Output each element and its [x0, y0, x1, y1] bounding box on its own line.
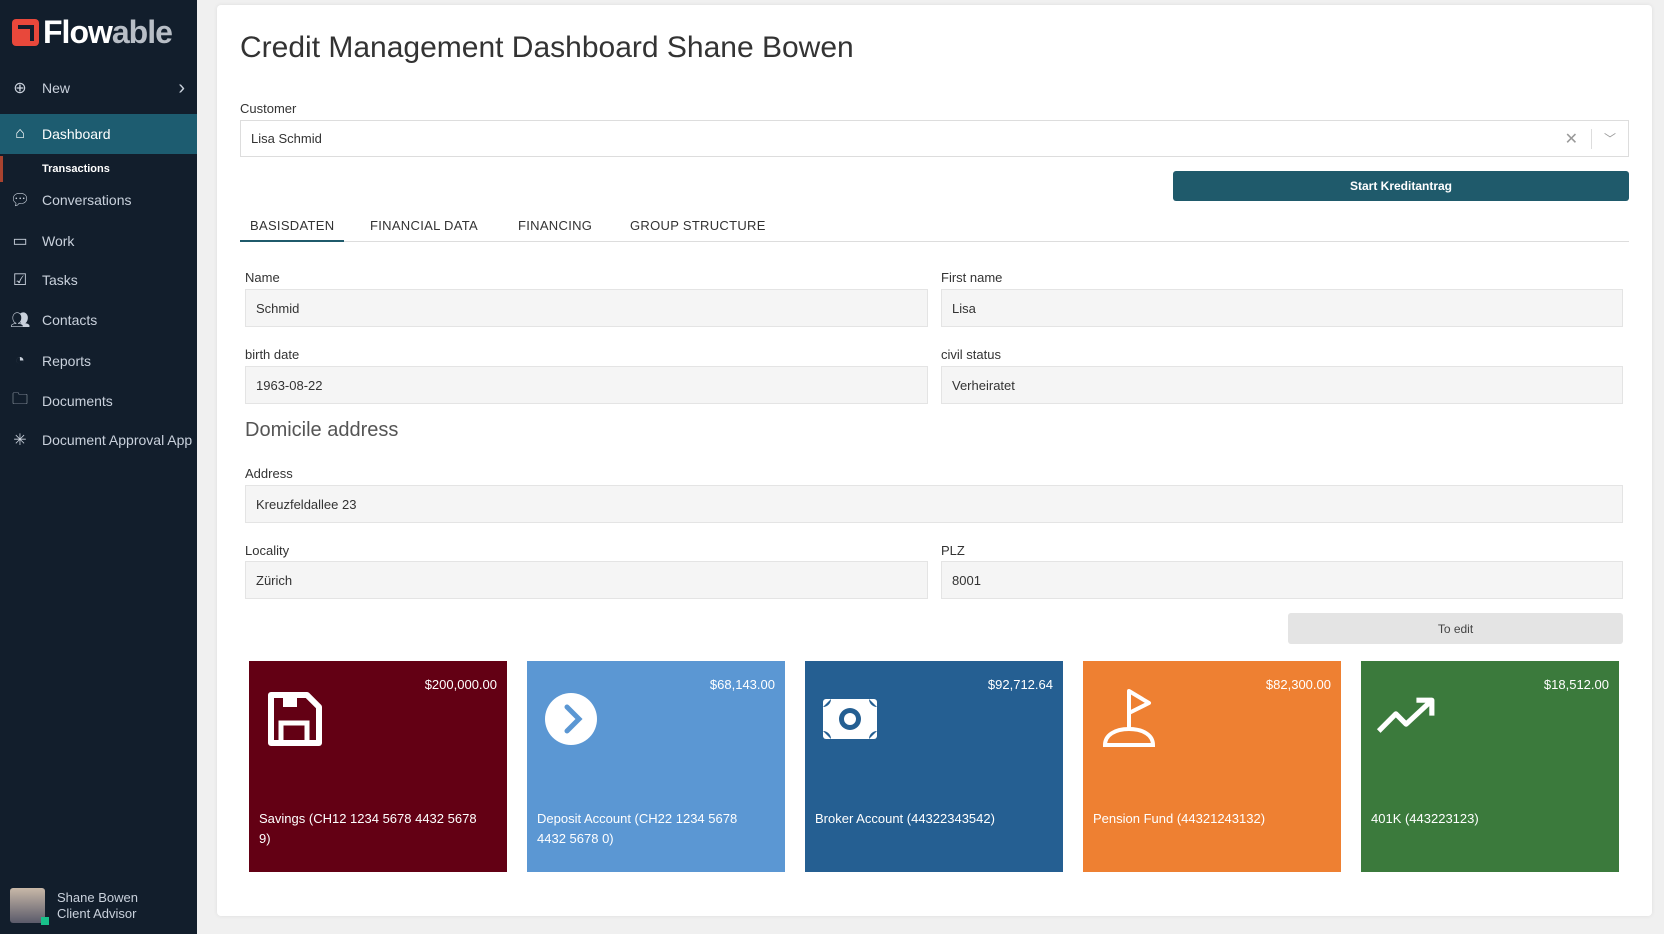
- tab-financing[interactable]: FINANCING: [508, 213, 602, 242]
- account-amount: $82,300.00: [1265, 677, 1331, 692]
- account-amount: $68,143.00: [709, 677, 775, 692]
- divider: [1591, 129, 1592, 149]
- to-edit-button[interactable]: To edit: [1288, 613, 1623, 644]
- page-title: Credit Management Dashboard Shane Bowen: [240, 31, 854, 64]
- account-tile-pension[interactable]: $82,300.00 Pension Fund (44321243132): [1083, 661, 1341, 872]
- home-icon: ⌂: [15, 125, 25, 142]
- account-name: Savings (CH12 1234 5678 4432 5678 9): [259, 811, 477, 846]
- nav-documents[interactable]: 🗀 Documents: [0, 381, 197, 421]
- account-name: 401K (443223123): [1371, 811, 1479, 826]
- account-tile-401k[interactable]: $18,512.00 401K (443223123): [1361, 661, 1619, 872]
- floppy-disk-icon: [268, 692, 322, 746]
- clear-icon[interactable]: ✕: [1565, 129, 1578, 149]
- users-icon: 👥︎: [10, 312, 31, 329]
- name-field[interactable]: Schmid: [245, 289, 928, 327]
- user-role: Client Advisor: [57, 905, 137, 921]
- clipboard-check-icon: ☑: [12, 272, 28, 289]
- civil-status-field[interactable]: Verheiratet: [941, 366, 1623, 404]
- nav-label: Reports: [42, 353, 92, 369]
- account-tile-savings[interactable]: $200,000.00 Savings (CH12 1234 5678 4432…: [249, 661, 507, 872]
- nav-transactions[interactable]: Transactions: [0, 156, 197, 182]
- status-indicator: [41, 917, 49, 925]
- account-name: Broker Account (44322343542): [815, 811, 995, 826]
- chevron-right-circle-icon: [545, 693, 597, 745]
- logo-text: Flowable: [43, 14, 173, 50]
- name-label: Name: [245, 270, 280, 285]
- tab-basisdaten[interactable]: BASISDATEN: [240, 213, 345, 242]
- nav-document-approval-app[interactable]: ✳ Document Approval App: [0, 420, 197, 460]
- nav-dashboard[interactable]: ⌂ Dashboard: [0, 114, 197, 154]
- locality-label: Locality: [245, 543, 290, 558]
- trending-up-icon: [1377, 697, 1435, 733]
- account-name: Pension Fund (44321243132): [1093, 811, 1266, 826]
- tab-financial-data[interactable]: FINANCIAL DATA: [360, 213, 488, 242]
- inbox-icon: ▭: [12, 233, 28, 250]
- folder-icon: 🗀: [11, 390, 28, 408]
- nav-new[interactable]: ⊕ New ›: [0, 68, 197, 108]
- start-kreditantrag-button[interactable]: Start Kreditantrag: [1173, 171, 1629, 201]
- chevron-down-icon[interactable]: ﹀: [1604, 130, 1616, 147]
- main-card: Credit Management Dashboard Shane Bowen …: [217, 5, 1652, 916]
- pie-chart-icon: ◔: [15, 352, 25, 369]
- nav-contacts[interactable]: 👥︎ Contacts: [0, 300, 197, 340]
- plus-circle-icon: ⊕: [13, 80, 27, 97]
- account-name: Deposit Account (CH22 1234 5678 4432 567…: [537, 811, 738, 846]
- plz-field[interactable]: 8001: [941, 561, 1623, 599]
- nav-conversations[interactable]: 💬︎ Conversations: [0, 180, 197, 220]
- nav-work[interactable]: ▭ Work: [0, 221, 197, 261]
- nav-label: Conversations: [42, 192, 132, 208]
- locality-field[interactable]: Zürich: [245, 561, 928, 599]
- golf-flag-icon: [1102, 689, 1156, 747]
- address-label: Address: [245, 466, 293, 481]
- account-amount: $200,000.00: [424, 677, 497, 692]
- tab-bar: BASISDATEN FINANCIAL DATA FINANCING GROU…: [240, 213, 1629, 242]
- address-field[interactable]: Kreuzfeldallee 23: [245, 485, 1623, 523]
- sidebar: Flowable ⊕ New › ⌂ Dashboard Transactions 💬…: [0, 0, 197, 934]
- tab-group-structure[interactable]: GROUP STRUCTURE: [620, 213, 776, 242]
- money-bill-icon: [823, 699, 877, 739]
- nav-label: Contacts: [42, 312, 98, 328]
- user-profile[interactable]: Shane Bowen Client Advisor: [10, 888, 138, 925]
- nav-label: New: [42, 80, 71, 96]
- birth-date-label: birth date: [245, 347, 300, 362]
- plz-label: PLZ: [941, 543, 965, 558]
- first-name-field[interactable]: Lisa: [941, 289, 1623, 327]
- nav-reports[interactable]: ◔ Reports: [0, 341, 197, 381]
- avatar: [10, 888, 49, 925]
- customer-value: Lisa Schmid: [251, 131, 322, 146]
- account-tile-broker[interactable]: $92,712.64 Broker Account (44322343542): [805, 661, 1063, 872]
- domicile-heading: Domicile address: [245, 419, 399, 441]
- customer-label: Customer: [240, 101, 297, 116]
- first-name-label: First name: [941, 270, 1003, 285]
- account-tile-deposit[interactable]: $68,143.00 Deposit Account (CH22 1234 56…: [527, 661, 785, 872]
- account-amount: $92,712.64: [987, 677, 1053, 692]
- asterisk-icon: ✳: [13, 432, 27, 449]
- nav-label: Work: [42, 233, 75, 249]
- chevron-right-icon: ›: [178, 76, 185, 99]
- civil-status-label: civil status: [941, 347, 1001, 362]
- nav-tasks[interactable]: ☑ Tasks: [0, 260, 197, 300]
- nav-label: Documents: [42, 393, 113, 409]
- nav-label: Document Approval App: [42, 432, 193, 448]
- nav-label: Dashboard: [42, 126, 111, 142]
- user-name: Shane Bowen: [57, 889, 138, 905]
- chat-icon: 💬︎: [10, 192, 31, 209]
- flowable-logo[interactable]: Flowable: [12, 14, 173, 51]
- customer-select[interactable]: Lisa Schmid ✕ ﹀: [240, 120, 1629, 157]
- birth-date-field[interactable]: 1963-08-22: [245, 366, 928, 404]
- account-amount: $18,512.00: [1543, 677, 1609, 692]
- nav-label: Tasks: [42, 272, 78, 288]
- logo-icon: [12, 19, 39, 46]
